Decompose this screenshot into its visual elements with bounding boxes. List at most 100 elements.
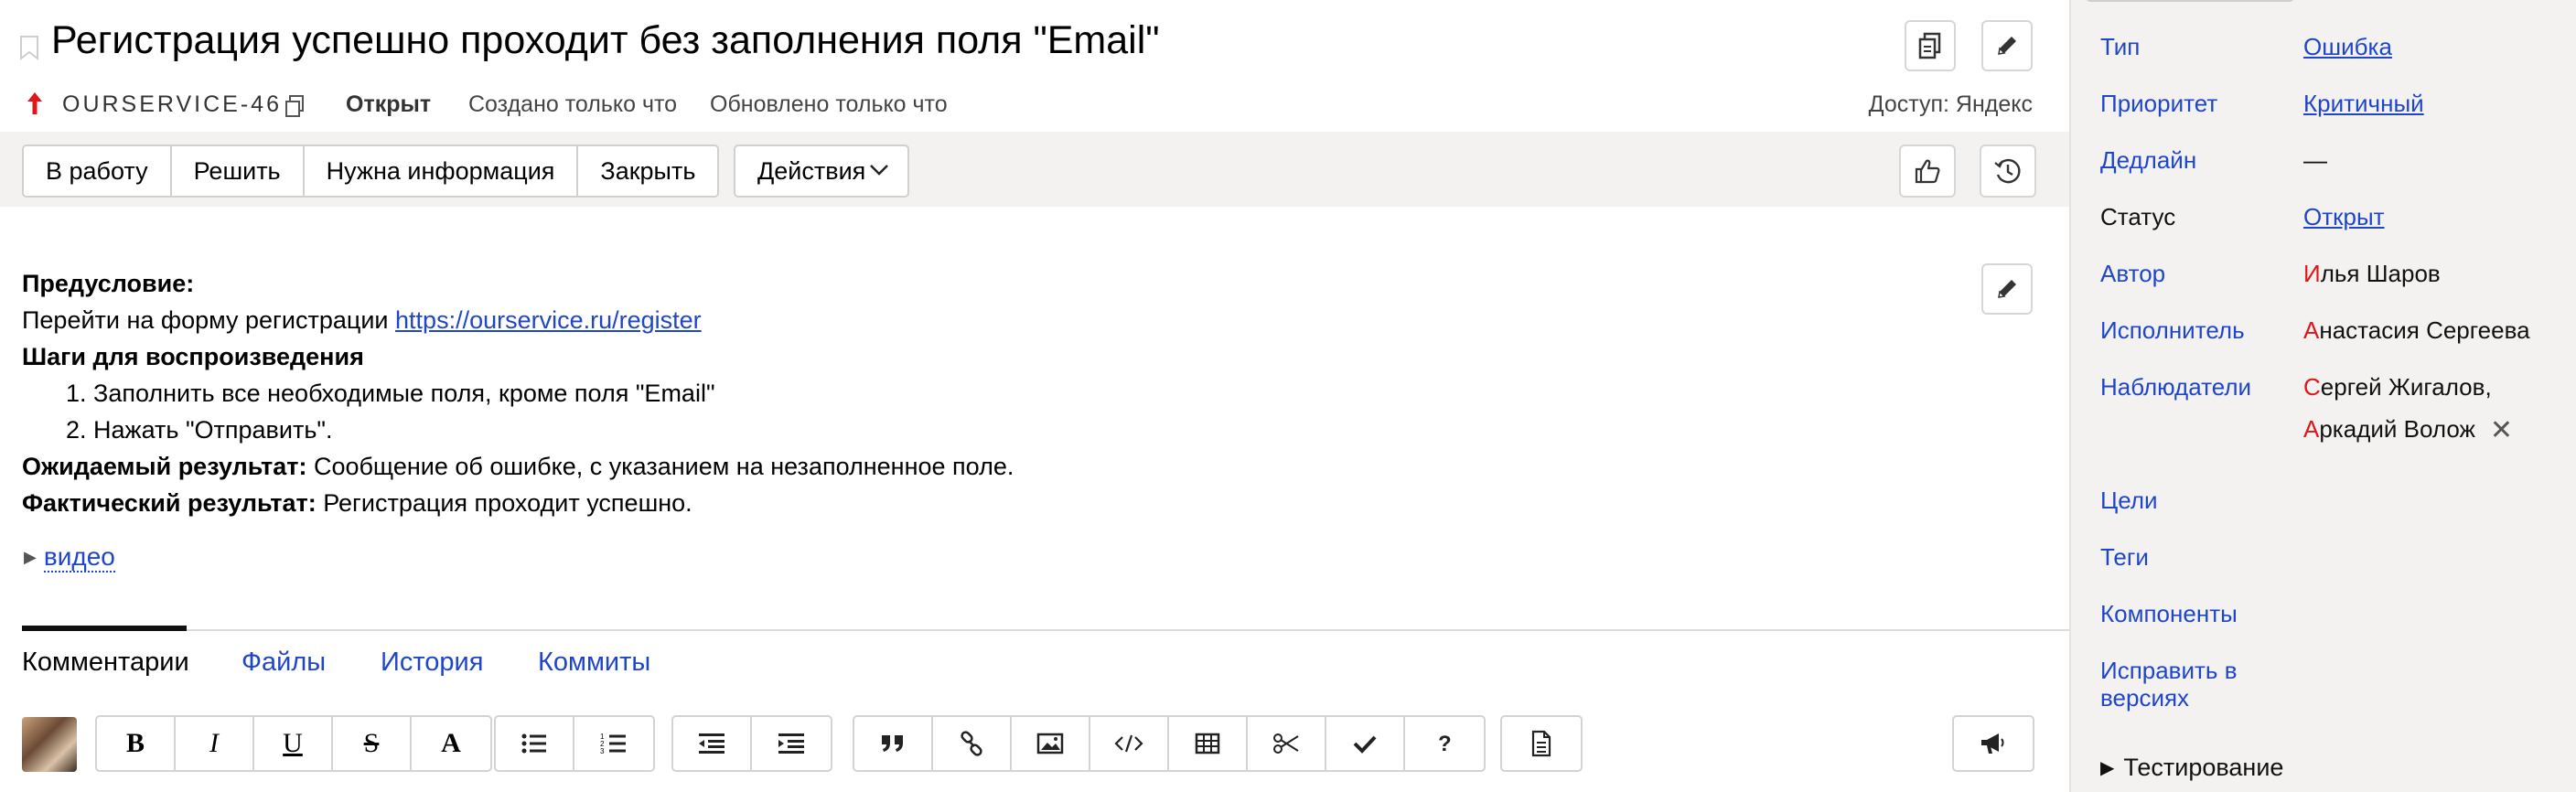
copy-key-icon[interactable] [284,94,306,118]
time-tracking-button[interactable] [1980,144,2036,198]
checkmark-button[interactable] [1326,717,1405,770]
template-button[interactable] [1502,717,1581,770]
register-link[interactable]: https://ourservice.ru/register [395,306,702,334]
actions-label: Действия [757,157,866,185]
field-value-type[interactable]: Ошибка [2303,33,2392,60]
tab-commits[interactable]: Коммиты [538,644,650,680]
svg-text:3: 3 [600,747,605,755]
expand-triangle-icon: ▶ [2100,758,2115,778]
font-color-button[interactable]: A [412,717,490,770]
video-spoiler[interactable]: ▶ видео [24,540,115,574]
video-link[interactable]: видео [43,542,115,573]
announce-button[interactable] [1954,717,2033,770]
field-label-fix-versions-cont[interactable]: версиях [2100,684,2189,712]
resolve-button[interactable]: Решить [171,146,305,196]
start-work-button[interactable]: В работу [24,146,172,196]
created-time: Создано только что [468,91,678,117]
follower-item[interactable]: Аркадий Волож ✕ [2303,415,2513,444]
avatar [22,717,77,772]
announce-icon [1981,733,2004,754]
indent-icon [778,733,804,754]
underline-button[interactable]: U [254,717,333,770]
help-icon: ? [1438,732,1452,756]
quote-icon [882,735,903,752]
field-value-priority[interactable]: Критичный [2303,90,2424,117]
edit-description-button[interactable] [1981,263,2033,315]
announce-toolbar-group [1952,715,2034,772]
strikethrough-button[interactable]: S [333,717,412,770]
template-icon [1531,730,1551,757]
close-issue-button[interactable]: Закрыть [578,146,718,196]
insert-toolbar-group: ? [853,715,1486,772]
pencil-icon [1998,280,2016,298]
field-value-status[interactable]: Открыт [2303,203,2385,230]
bookmark-icon[interactable] [18,35,40,60]
remove-follower-icon[interactable]: ✕ [2490,417,2513,444]
field-value-assignee[interactable]: Анастасия Сергеева [2303,316,2530,344]
workflow-buttons: В работу Решить Нужна информация Закрыть [22,144,720,198]
history-clock-icon [1994,158,2021,184]
field-label-tags[interactable]: Теги [2100,543,2149,571]
vote-button[interactable] [1899,144,1956,198]
step-item: 1. Заполнить все необходимые поля, кроме… [66,380,715,407]
issue-main-panel: Регистрация успешно проходит без заполне… [0,0,2069,792]
step-item: 2. Нажать "Отправить". [66,416,333,444]
help-button[interactable]: ? [1405,717,1484,770]
field-label-assignee: Исполнитель [2100,316,2245,344]
numbered-list-icon: 1 2 3 [600,733,626,755]
tab-history[interactable]: История [381,644,483,680]
priority-critical-icon [27,92,42,114]
actions-dropdown[interactable]: Действия [734,144,909,198]
edit-title-button[interactable] [1981,20,2033,71]
follower-item[interactable]: Сергей Жигалов, [2303,373,2492,401]
checkmark-icon [1353,735,1377,754]
indent-button[interactable] [752,717,831,770]
italic-button[interactable]: I [176,717,254,770]
outdent-button[interactable] [673,717,752,770]
precondition-text: Перейти на форму регистрации [22,306,396,334]
link-button[interactable] [933,717,1012,770]
field-value-deadline[interactable]: — [2303,146,2327,174]
bold-button[interactable]: B [97,717,176,770]
copy-icon [1918,32,1941,59]
image-button[interactable] [1012,717,1090,770]
table-button[interactable] [1169,717,1248,770]
testing-section-toggle[interactable]: ▶ Тестирование [2100,752,2283,784]
expected-label: Ожидаемый результат: [22,453,307,480]
field-label-type: Тип [2100,33,2141,60]
need-info-button[interactable]: Нужна информация [304,146,579,196]
copy-issue-button[interactable] [1905,20,1956,71]
expected-text: Сообщение об ошибке, с указанием на неза… [306,453,1014,480]
cut-button[interactable] [1248,717,1326,770]
field-label-components[interactable]: Компоненты [2100,600,2238,627]
precondition-label: Предусловие: [22,270,195,297]
actual-label: Фактический результат: [22,489,317,517]
quote-button[interactable] [854,717,933,770]
numbered-list-button[interactable]: 1 2 3 [574,717,653,770]
field-label-goals[interactable]: Цели [2100,487,2158,514]
tab-files[interactable]: Файлы [242,644,326,680]
field-label-fix-versions[interactable]: Исправить в [2100,657,2238,684]
expand-triangle-icon: ▶ [24,548,37,566]
code-button[interactable] [1090,717,1169,770]
field-label-priority: Приоритет [2100,90,2218,117]
pencil-icon [1998,37,2016,55]
indent-toolbar-group [671,715,832,772]
field-label-deadline: Дедлайн [2100,146,2197,174]
tab-comments[interactable]: Комментарии [22,644,189,680]
sidebar-top-button[interactable] [2086,0,2294,2]
issue-key[interactable]: OURSERVICE-46 [62,88,282,121]
field-label-status: Статус [2100,203,2176,230]
updated-time: Обновлено только что [710,91,948,117]
field-value-author[interactable]: Илья Шаров [2303,260,2441,287]
thumbs-up-icon [1915,159,1940,184]
steps-label: Шаги для воспроизведения [22,343,364,370]
tabs-divider [22,629,2069,631]
issue-sidebar: Тип Ошибка Приоритет Критичный Дедлайн —… [2069,0,2576,792]
image-icon [1036,733,1064,755]
svg-text:?: ? [1438,732,1452,756]
list-toolbar-group: 1 2 3 [494,715,655,772]
table-icon [1195,733,1220,755]
bulleted-list-icon [521,733,546,754]
bulleted-list-button[interactable] [496,717,574,770]
